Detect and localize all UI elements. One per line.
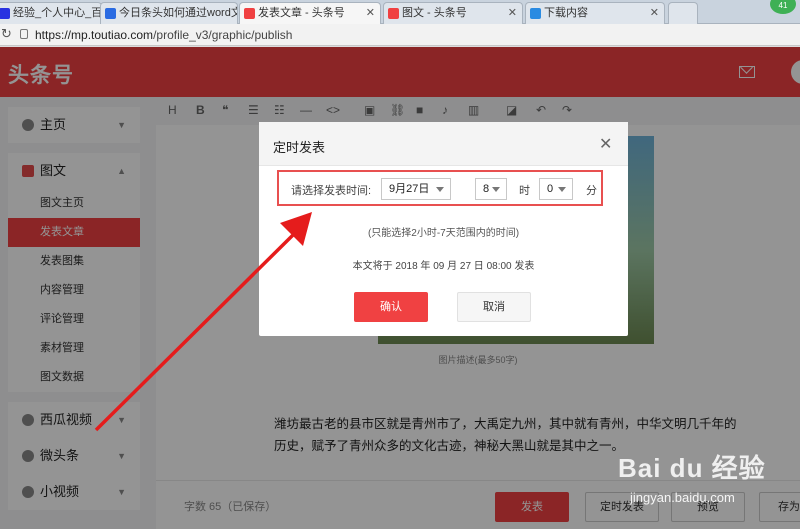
date-value: 9月27日 (389, 183, 430, 195)
watermark-url: jingyan.baidu.com (630, 490, 735, 505)
dialog-header: 定时发表 ✕ (259, 122, 628, 166)
close-tab-icon[interactable]: ✕ (650, 3, 659, 23)
hour-unit: 时 (519, 185, 530, 197)
new-tab-button[interactable] (668, 2, 698, 24)
close-tab-icon[interactable]: ✕ (508, 3, 517, 23)
close-icon[interactable]: ✕ (599, 134, 612, 154)
reload-icon[interactable]: ↻ (1, 26, 12, 42)
close-tab-icon[interactable]: ✕ (366, 3, 375, 23)
hour-select[interactable]: 8 (475, 178, 507, 200)
schedule-publish-dialog: 定时发表 ✕ 请选择发表时间: 9月27日 8 时 0 分 (只能选择2小时-7… (259, 122, 628, 336)
browser-tab[interactable]: 经验_个人中心_百度 (0, 2, 102, 24)
confirm-button[interactable]: 确认 (354, 292, 428, 322)
time-label: 请选择发表时间: (291, 185, 372, 197)
browser-tab[interactable]: 今日条头如何通过word文 (100, 2, 238, 24)
browser-tab-label: 下载内容 (544, 7, 588, 19)
date-select[interactable]: 9月27日 (381, 178, 451, 200)
url-text[interactable]: https://mp.toutiao.com/profile_v3/graphi… (35, 28, 292, 42)
download-favicon-icon (530, 8, 541, 19)
minute-select[interactable]: 0 (539, 178, 573, 200)
caret-down-icon (436, 187, 444, 192)
browser-tab-label: 图文 - 头条号 (402, 7, 467, 19)
time-range-hint: (只能选择2小时-7天范围内的时间) (367, 228, 520, 239)
minute-value: 0 (547, 183, 554, 195)
browser-tab[interactable]: 图文 - 头条号 ✕ (383, 2, 523, 24)
time-picker-row: 请选择发表时间: 9月27日 8 时 0 分 (277, 170, 603, 206)
dialog-title: 定时发表 (273, 140, 326, 155)
browser-tab-label: 经验_个人中心_百度 (13, 7, 102, 19)
toutiao-favicon-icon (244, 8, 255, 19)
publish-time-note: 本文将于 2018 年 09 月 27 日 08:00 发表 (352, 261, 535, 272)
caret-down-icon (558, 187, 566, 192)
browser-tab[interactable]: 下载内容 ✕ (525, 2, 665, 24)
browser-tab-active[interactable]: 发表文章 - 头条号 ✕ (239, 2, 381, 25)
watermark-logo: Bai du 经验 (618, 453, 766, 483)
toutiao-favicon-icon (388, 8, 399, 19)
caret-down-icon (492, 187, 500, 192)
browser-tab-label: 发表文章 - 头条号 (258, 7, 345, 19)
browser-tab-label: 今日条头如何通过word文 (119, 7, 238, 19)
hour-value: 8 (483, 183, 490, 195)
browser-tab-bar: 经验_个人中心_百度 今日条头如何通过word文 发表文章 - 头条号 ✕ 图文… (0, 0, 800, 25)
lock-icon (20, 29, 28, 39)
baidu-paw-favicon-icon (105, 8, 116, 19)
extension-badge[interactable]: 41 (770, 0, 796, 14)
cancel-button[interactable]: 取消 (457, 292, 531, 322)
baidu-favicon-icon (0, 8, 10, 19)
address-bar[interactable]: ↻ https://mp.toutiao.com/profile_v3/grap… (0, 24, 800, 46)
minute-unit: 分 (586, 185, 597, 197)
baidu-watermark: Bai du 经验 jingyan.baidu.com (612, 446, 800, 521)
